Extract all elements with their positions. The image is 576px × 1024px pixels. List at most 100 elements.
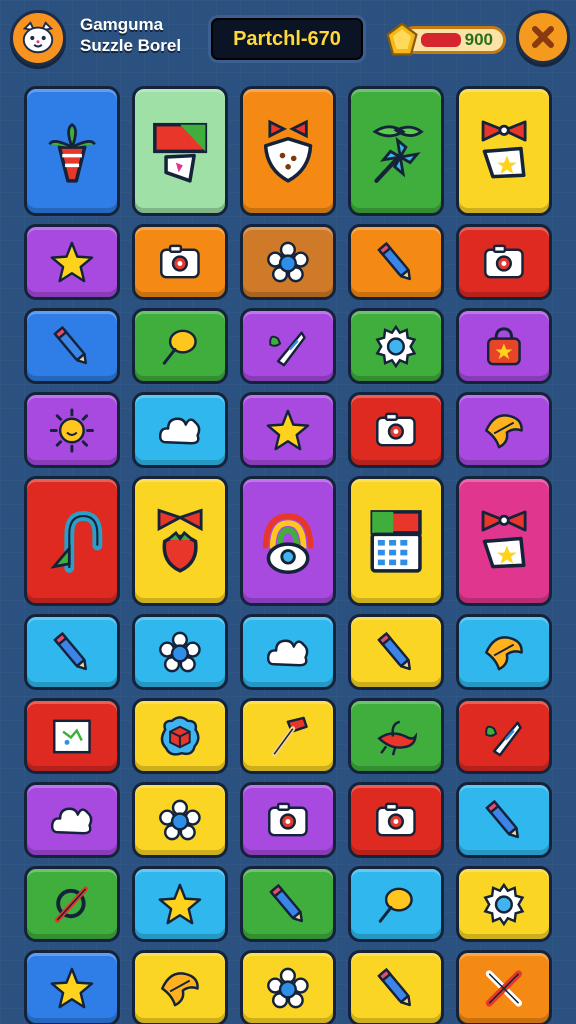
- tile-r7-c4[interactable]: [348, 698, 444, 774]
- star-icon: [158, 883, 202, 924]
- tile-r1-c4[interactable]: [348, 86, 444, 216]
- tile-r7-c5[interactable]: [456, 698, 552, 774]
- tile-r4-c4[interactable]: [348, 392, 444, 468]
- balloon-icon: [378, 887, 413, 923]
- rainbow-icon: [262, 512, 314, 574]
- tile-r10-c1[interactable]: [24, 950, 120, 1024]
- tile-r10-c2[interactable]: [132, 950, 228, 1024]
- pencil-icon: [377, 241, 412, 280]
- tile-r4-c2[interactable]: [132, 392, 228, 468]
- camera-icon: [376, 412, 416, 446]
- tile-r2-c5[interactable]: [456, 224, 552, 300]
- tile-r4-c5[interactable]: [456, 392, 552, 468]
- tile-r5-c3[interactable]: [240, 476, 336, 606]
- tile-r9-c2[interactable]: [132, 866, 228, 942]
- cross-icon: [485, 969, 523, 1007]
- camera-icon: [376, 802, 416, 836]
- close-button[interactable]: [516, 10, 570, 64]
- tile-r6-c3[interactable]: [240, 614, 336, 690]
- camera-icon: [484, 244, 524, 278]
- tile-r10-c5[interactable]: [456, 950, 552, 1024]
- tile-r8-c5[interactable]: [456, 782, 552, 858]
- tile-r8-c4[interactable]: [348, 782, 444, 858]
- bow-flag-icon: [481, 120, 527, 179]
- cube-icon: [160, 715, 200, 756]
- tile-r3-c1[interactable]: [24, 308, 120, 384]
- calculator-icon: [370, 509, 422, 573]
- flower-icon: [159, 799, 201, 840]
- tile-r1-c1[interactable]: [24, 86, 120, 216]
- cat-face-icon: [22, 21, 54, 54]
- star-icon: [50, 967, 94, 1008]
- leaf-icon: [485, 413, 523, 448]
- leaf-icon: [161, 971, 199, 1006]
- tile-r3-c4[interactable]: [348, 308, 444, 384]
- pencil-icon: [377, 967, 412, 1006]
- carrot-icon: [48, 122, 96, 183]
- hammer-icon: [271, 716, 308, 757]
- score-display: Partchl-670: [208, 15, 366, 63]
- tile-r3-c5[interactable]: [456, 308, 552, 384]
- puzzle-board: [16, 82, 562, 1024]
- flag-icon: [152, 122, 208, 183]
- tile-r6-c4[interactable]: [348, 614, 444, 690]
- camera-icon: [268, 802, 308, 836]
- tile-r5-c1[interactable]: [24, 476, 120, 606]
- bag-icon: [487, 326, 521, 365]
- leaf-icon: [485, 635, 523, 670]
- game-title-line1: Gamguma: [80, 15, 164, 34]
- wrench-icon: [54, 885, 89, 923]
- tile-r7-c2[interactable]: [132, 698, 228, 774]
- tile-r4-c3[interactable]: [240, 392, 336, 468]
- shield-icon: [263, 119, 313, 183]
- tile-r9-c1[interactable]: [24, 866, 120, 942]
- player-avatar[interactable]: [10, 10, 66, 66]
- tile-r4-c1[interactable]: [24, 392, 120, 468]
- tile-r7-c1[interactable]: [24, 698, 120, 774]
- tile-r3-c3[interactable]: [240, 308, 336, 384]
- tile-r6-c2[interactable]: [132, 614, 228, 690]
- tile-r5-c2[interactable]: [132, 476, 228, 606]
- gold-gem-icon: [386, 22, 418, 56]
- tile-r10-c4[interactable]: [348, 950, 444, 1024]
- tile-r9-c4[interactable]: [348, 866, 444, 942]
- bow-flag-icon: [481, 510, 527, 569]
- tile-r9-c3[interactable]: [240, 866, 336, 942]
- tile-r2-c4[interactable]: [348, 224, 444, 300]
- gear-icon: [375, 324, 417, 368]
- tile-r1-c2[interactable]: [132, 86, 228, 216]
- tile-r6-c5[interactable]: [456, 614, 552, 690]
- tile-r10-c3[interactable]: [240, 950, 336, 1024]
- balloon-icon: [162, 329, 197, 365]
- tile-r2-c3[interactable]: [240, 224, 336, 300]
- pencil-icon: [269, 883, 304, 922]
- pinwheel-icon: [372, 125, 424, 183]
- gear-icon: [483, 882, 525, 926]
- tile-r8-c2[interactable]: [132, 782, 228, 858]
- tile-r1-c3[interactable]: [240, 86, 336, 216]
- tile-r8-c3[interactable]: [240, 782, 336, 858]
- flower-icon: [267, 967, 309, 1008]
- cloud-icon: [267, 639, 309, 666]
- tile-r1-c5[interactable]: [456, 86, 552, 216]
- tile-r7-c3[interactable]: [240, 698, 336, 774]
- sun-icon: [49, 407, 95, 453]
- tile-r8-c1[interactable]: [24, 782, 120, 858]
- tile-r2-c1[interactable]: [24, 224, 120, 300]
- coin-value: 900: [464, 30, 493, 49]
- game-title-line2: Suzzle Borel: [80, 36, 182, 55]
- tile-r5-c5[interactable]: [456, 476, 552, 606]
- tile-r3-c2[interactable]: [132, 308, 228, 384]
- flower-icon: [267, 241, 309, 282]
- cloud-icon: [159, 417, 201, 444]
- pencil-icon: [377, 631, 412, 670]
- tile-r9-c5[interactable]: [456, 866, 552, 942]
- tile-r5-c4[interactable]: [348, 476, 444, 606]
- pencil-icon: [53, 631, 88, 670]
- flower-icon: [159, 631, 201, 672]
- cloud-icon: [51, 807, 93, 834]
- star-icon: [50, 241, 94, 282]
- leaf-cone-icon: [485, 721, 522, 756]
- tile-r6-c1[interactable]: [24, 614, 120, 690]
- tile-r2-c2[interactable]: [132, 224, 228, 300]
